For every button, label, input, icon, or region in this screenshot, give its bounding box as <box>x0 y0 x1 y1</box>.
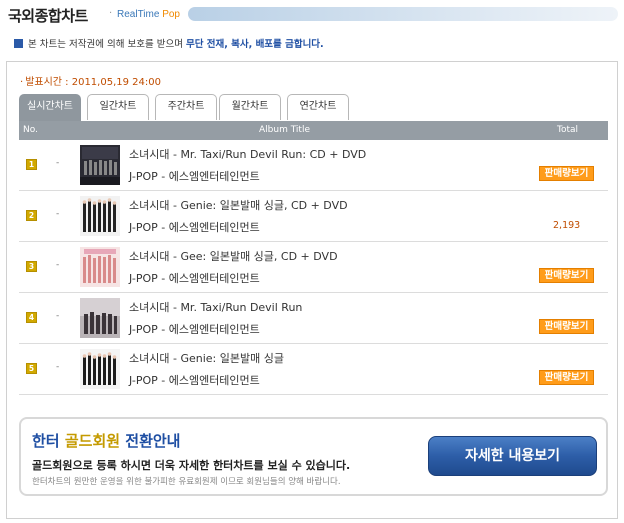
tab-weekly[interactable]: 주간차트 <box>155 94 217 120</box>
view-sales-button[interactable]: 판매량보기 <box>539 268 594 283</box>
album-cover-image[interactable] <box>80 247 120 287</box>
promo-title-prefix: 한터 <box>32 432 60 450</box>
rank-change: - <box>56 311 60 321</box>
tab-realtime[interactable]: 실시간차트 <box>19 94 81 121</box>
rank-badge: 1 <box>26 159 37 170</box>
promo-description: 골드회원으로 등록 하시면 더욱 자세한 한터차트를 보실 수 있습니다. <box>32 459 351 472</box>
promo-title-suffix: 전환안내 <box>125 432 181 450</box>
table-row: 2 - 소녀시대 - Genie: 일본발매 싱글, CD + DVD J-PO… <box>19 191 608 242</box>
album-title-link[interactable]: 소녀시대 - Genie: 일본발매 싱글, CD + DVD <box>129 197 348 213</box>
view-sales-button[interactable]: 판매량보기 <box>539 370 594 385</box>
table-header: No. Album Title Total <box>19 121 608 140</box>
header-decor-bar <box>188 7 618 21</box>
rank-badge: 3 <box>26 261 37 272</box>
album-artist-link[interactable]: J-POP - 에스엠엔터테인먼트 <box>129 372 260 388</box>
gold-member-promo: 한터 골드회원 전환안내 골드회원으로 등록 하시면 더욱 자세한 한터차트를 … <box>19 417 608 496</box>
rank-badge: 5 <box>26 363 37 374</box>
notice-warning: 무단 전재, 복사, 배포를 금합니다. <box>185 39 324 50</box>
tab-yearly[interactable]: 연간차트 <box>287 94 349 120</box>
view-details-button[interactable]: 자세한 내용보기 <box>428 436 597 476</box>
promo-title-gold: 골드회원 <box>64 432 121 450</box>
rank-change: - <box>56 260 60 270</box>
album-cover-image[interactable] <box>80 145 120 185</box>
album-artist-link[interactable]: J-POP - 에스엠엔터테인먼트 <box>129 321 260 337</box>
album-title-link[interactable]: 소녀시대 - Gee: 일본발매 싱글, CD + DVD <box>129 248 338 264</box>
notice-text: 본 차트는 저작권에 의해 보호를 받으며 <box>28 39 183 50</box>
release-time-text: 발표시간 : 2011,05,19 24:00 <box>25 77 161 88</box>
album-title-link[interactable]: 소녀시대 - Mr. Taxi/Run Devil Run <box>129 299 302 315</box>
table-row: 3 - 소녀시대 - Gee: 일본발매 싱글, CD + DVD J-POP … <box>19 242 608 293</box>
rank-badge: 2 <box>26 210 37 221</box>
column-album-title: Album Title <box>259 125 310 135</box>
column-total: Total <box>557 125 579 135</box>
sales-total-value: 2,193 <box>553 220 581 231</box>
tab-monthly[interactable]: 월간차트 <box>219 94 281 120</box>
realtime-pop-label: RealTime Pop <box>117 9 180 20</box>
pop-label: Pop <box>162 9 180 20</box>
view-sales-button[interactable]: 판매량보기 <box>539 166 594 181</box>
table-row: 1 - 소녀시대 - Mr. Taxi/Run Devil Run: CD + … <box>19 140 608 191</box>
album-artist-link[interactable]: J-POP - 에스엠엔터테인먼트 <box>129 270 260 286</box>
table-row: 5 - 소녀시대 - Genie: 일본발매 싱글 J-POP - 에스엠엔터테… <box>19 344 608 395</box>
album-cover-image[interactable] <box>80 298 120 338</box>
promo-note: 한터차트의 원만한 운영을 위한 불가피한 유료회원제 이므로 회원님들의 양해… <box>32 477 341 487</box>
page-title: 국외종합차트 <box>8 7 88 25</box>
rank-change: - <box>56 362 60 372</box>
page-header: 국외종합차트 · RealTime Pop <box>0 0 624 30</box>
header-separator: · <box>109 8 113 19</box>
column-no: No. <box>23 125 38 135</box>
table-row: 4 - 소녀시대 - Mr. Taxi/Run Devil Run J-POP … <box>19 293 608 344</box>
release-marker: · <box>20 77 24 88</box>
release-time: · 발표시간 : 2011,05,19 24:00 <box>20 73 161 88</box>
album-cover-image[interactable] <box>80 196 120 236</box>
album-artist-link[interactable]: J-POP - 에스엠엔터테인먼트 <box>129 219 260 235</box>
copyright-notice: 본 차트는 저작권에 의해 보호를 받으며 무단 전재, 복사, 배포를 금합니… <box>14 36 324 50</box>
rank-change: - <box>56 158 60 168</box>
realtime-label: RealTime <box>117 9 160 20</box>
rank-change: - <box>56 209 60 219</box>
album-cover-image[interactable] <box>80 349 120 389</box>
square-bullet-icon <box>14 39 23 48</box>
view-sales-button[interactable]: 판매량보기 <box>539 319 594 334</box>
rank-badge: 4 <box>26 312 37 323</box>
album-title-link[interactable]: 소녀시대 - Genie: 일본발매 싱글 <box>129 350 284 366</box>
album-artist-link[interactable]: J-POP - 에스엠엔터테인먼트 <box>129 168 260 184</box>
promo-title: 한터 골드회원 전환안내 <box>32 430 180 451</box>
tab-daily[interactable]: 일간차트 <box>87 94 149 120</box>
album-title-link[interactable]: 소녀시대 - Mr. Taxi/Run Devil Run: CD + DVD <box>129 146 366 162</box>
